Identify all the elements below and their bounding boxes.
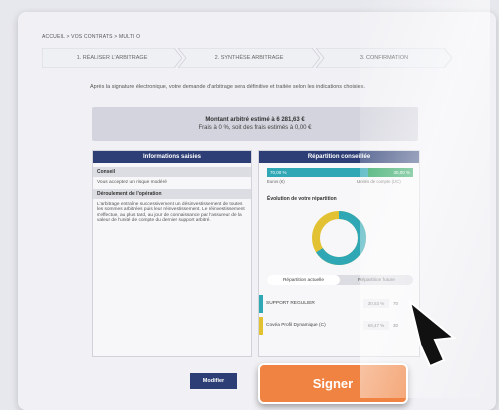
step-3: 3. CONFIRMATION	[316, 48, 452, 68]
estimate-box: Montant arbitré estimé à 6 281,63 € Frai…	[92, 107, 418, 141]
info-card: Informations saisies Conseil Vous accept…	[92, 150, 252, 357]
label-euros: Euros (€)	[267, 179, 285, 184]
step-2-label: 2. SYNTHÈSE ARBITRAGE	[214, 55, 284, 61]
stepper: 1. RÉALISER L'ARBITRAGE 2. SYNTHÈSE ARBI…	[42, 48, 452, 68]
sign-button[interactable]: Signer	[258, 363, 408, 404]
estimate-fees: Frais à 0 %, soit des frais estimés à 0,…	[198, 125, 312, 131]
modify-button[interactable]: Modifier	[190, 373, 237, 389]
process-title: Déroulement de l'opération	[93, 188, 251, 199]
step-1-label: 1. RÉALISER L'ARBITRAGE	[76, 55, 148, 61]
allocation-bar: 70,00 % 30,00 %	[267, 168, 413, 177]
fund-pct: 69,47 %	[363, 321, 389, 330]
info-card-title: Informations saisies	[93, 151, 251, 163]
fund-name: SUPPORT REGULIER	[266, 301, 315, 306]
allocation-donut	[312, 211, 366, 265]
breadcrumb: ACCUEIL > VOS CONTRATS > MULTI O	[42, 34, 141, 40]
advice-title: Conseil	[93, 167, 251, 177]
toggle-future[interactable]: Répartition future	[340, 275, 413, 285]
allocation-card-title: Répartition conseillée	[259, 151, 419, 163]
process-text: L'arbitrage entraîne successivement un d…	[97, 201, 245, 224]
bar-euros: 70,00 %	[267, 168, 368, 177]
allocation-toggle[interactable]: Répartition actuelle Répartition future	[267, 275, 413, 285]
advice-text: Vous acceptez un risque modéré	[97, 180, 167, 185]
toggle-current[interactable]: Répartition actuelle	[267, 275, 340, 285]
estimate-amount: Montant arbitré estimé à 6 281,63 €	[205, 117, 305, 123]
fund-color-mark	[259, 295, 263, 313]
step-3-label: 3. CONFIRMATION	[359, 55, 409, 61]
step-1: 1. RÉALISER L'ARBITRAGE	[42, 48, 182, 68]
fund-color-mark	[259, 317, 263, 335]
bar-uc: 30,00 %	[368, 168, 413, 177]
pointer-cursor-icon	[408, 300, 457, 368]
evolution-title: Évolution de votre répartition	[267, 196, 337, 202]
fund-name: Covéa Profil Dynamique (C)	[266, 323, 326, 328]
label-uc: Unités de compte (UC)	[357, 179, 401, 184]
fund-pct: 30,53 %	[363, 299, 389, 308]
intro-text: Après la signature électronique, votre d…	[90, 84, 365, 90]
step-2: 2. SYNTHÈSE ARBITRAGE	[178, 48, 320, 68]
